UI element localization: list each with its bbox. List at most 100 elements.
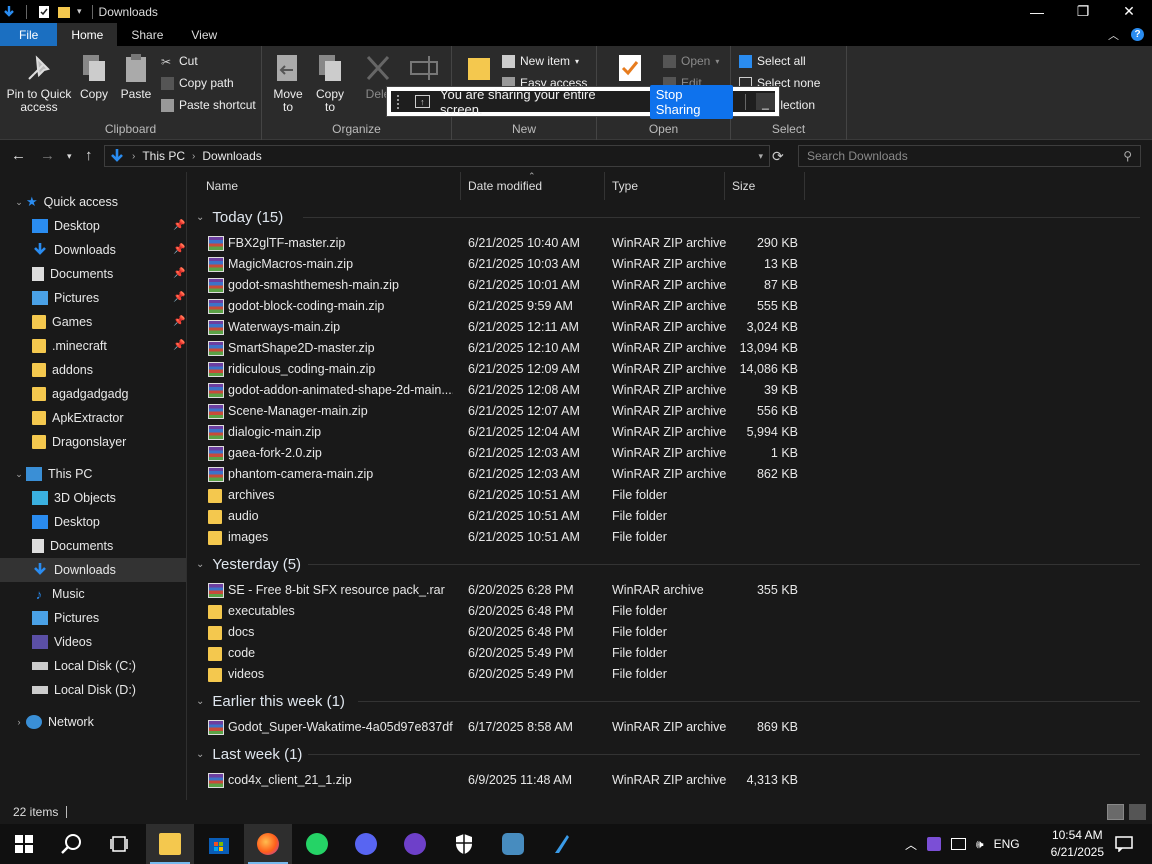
file-row[interactable]: code 6/20/2025 5:49 PM File folder <box>208 643 948 664</box>
group-header[interactable]: ⌄ Yesterday (5) <box>196 554 301 574</box>
drag-handle-icon[interactable] <box>397 94 405 109</box>
file-row[interactable]: docs 6/20/2025 6:48 PM File folder <box>208 622 948 643</box>
chevron-right-icon[interactable]: › <box>12 717 26 727</box>
pen-app-taskbar-button[interactable] <box>538 824 586 864</box>
column-header-date[interactable]: Date modified ⌃ <box>461 172 605 200</box>
address-dropdown-icon[interactable]: ▾ <box>758 151 763 162</box>
cut-button[interactable]: ✂ Cut <box>161 54 198 69</box>
nav-item-local-disk-d[interactable]: Local Disk (D:) <box>0 678 186 702</box>
language-indicator[interactable]: ENG <box>994 837 1020 851</box>
large-icons-view-button[interactable] <box>1129 804 1146 820</box>
nav-item-pc-documents[interactable]: Documents <box>0 534 186 558</box>
group-header[interactable]: ⌄ Earlier this week (1) <box>196 691 345 711</box>
nav-item-videos[interactable]: Videos <box>0 630 186 654</box>
file-row[interactable]: SE - Free 8-bit SFX resource pack_.rar 6/… <box>208 580 948 601</box>
up-arrow-icon[interactable]: ↑ <box>85 147 93 164</box>
select-all-button[interactable]: Select all <box>739 54 806 68</box>
nav-item-3d-objects[interactable]: 3D Objects <box>0 486 186 510</box>
file-row[interactable]: phantom-camera-main.zip 6/21/2025 12:03 A… <box>208 464 948 485</box>
copy-to-button[interactable]: Copy to <box>312 52 348 114</box>
group-header[interactable]: ⌄ Last week (1) <box>196 744 302 764</box>
search-button[interactable] <box>48 824 96 864</box>
column-header-size[interactable]: Size <box>725 172 805 200</box>
file-row[interactable]: Waterways-main.zip 6/21/2025 12:11 AM WinR… <box>208 317 948 338</box>
details-view-button[interactable] <box>1107 804 1124 820</box>
minimize-button[interactable]: — <box>1014 0 1060 23</box>
copy-path-button[interactable]: Copy path <box>161 76 234 90</box>
nav-item-desktop[interactable]: Desktop 📌 <box>0 214 186 238</box>
tab-file[interactable]: File <box>0 23 58 46</box>
nav-quick-access[interactable]: ⌄ ★ Quick access <box>0 190 186 214</box>
close-button[interactable]: ✕ <box>1106 0 1152 23</box>
refresh-icon[interactable]: ⟳ <box>772 148 784 165</box>
copy-button[interactable]: Copy <box>76 52 112 101</box>
file-row[interactable]: Godot_Super-Wakatime-4a05d97e837df1... 6/… <box>208 717 948 738</box>
chevron-down-icon[interactable]: ⌄ <box>196 559 204 570</box>
nav-item-apkextractor[interactable]: ApkExtractor <box>0 406 186 430</box>
nav-item-games[interactable]: Games 📌 <box>0 310 186 334</box>
clock[interactable]: 10:54 AM 6/21/2025 <box>1051 827 1104 861</box>
address-box[interactable]: › This PC › Downloads ▾ <box>104 145 770 167</box>
file-row[interactable]: godot-addon-animated-shape-2d-main.... 6/… <box>208 380 948 401</box>
search-icon[interactable]: ⚲ <box>1123 149 1132 163</box>
task-view-button[interactable] <box>96 824 144 864</box>
nav-this-pc[interactable]: ⌄ This PC <box>0 462 186 486</box>
tab-home[interactable]: Home <box>57 23 118 46</box>
paste-shortcut-button[interactable]: Paste shortcut <box>161 98 256 112</box>
breadcrumb-downloads[interactable]: Downloads <box>202 149 261 163</box>
maximize-button[interactable]: ❐ <box>1060 0 1106 23</box>
new-item-button[interactable]: New item ▾ <box>502 54 579 68</box>
file-row[interactable]: audio 6/21/2025 10:51 AM File folder <box>208 506 948 527</box>
tab-view[interactable]: View <box>177 23 231 46</box>
nav-item-dragonslayer[interactable]: Dragonslayer <box>0 430 186 454</box>
collapse-ribbon-icon[interactable]: ︿ <box>1108 27 1119 43</box>
file-row[interactable]: dialogic-main.zip 6/21/2025 12:04 AM WinRA… <box>208 422 948 443</box>
customize-toolbar-icon[interactable]: ▾ <box>77 6 82 17</box>
new-folder-icon[interactable] <box>57 5 71 19</box>
chevron-down-icon[interactable]: ⌄ <box>196 696 204 707</box>
back-arrow-icon[interactable]: ← <box>11 147 26 164</box>
file-row[interactable]: archives 6/21/2025 10:51 AM File folder <box>208 485 948 506</box>
action-center-button[interactable] <box>1100 824 1148 864</box>
column-header-name[interactable]: Name <box>188 172 461 200</box>
tab-share[interactable]: Share <box>117 23 177 46</box>
chevron-down-icon[interactable]: ⌄ <box>196 212 204 223</box>
file-row[interactable]: Scene-Manager-main.zip 6/21/2025 12:07 AM… <box>208 401 948 422</box>
nav-item-agadgadgadg[interactable]: agadgadgadg <box>0 382 186 406</box>
nav-network[interactable]: › Network <box>0 710 186 734</box>
github-desktop-taskbar-button[interactable] <box>391 824 439 864</box>
file-row[interactable]: executables 6/20/2025 6:48 PM File folder <box>208 601 948 622</box>
file-row[interactable]: gaea-fork-2.0.zip 6/21/2025 12:03 AM WinRA… <box>208 443 948 464</box>
nav-item-addons[interactable]: addons <box>0 358 186 382</box>
file-row[interactable]: SmartShape2D-master.zip 6/21/2025 12:10 A… <box>208 338 948 359</box>
nav-item-music[interactable]: ♪ Music <box>0 582 186 606</box>
nav-item-local-disk-c[interactable]: Local Disk (C:) <box>0 654 186 678</box>
start-button[interactable] <box>0 824 48 864</box>
properties-button[interactable] <box>615 52 645 88</box>
app-tray-icon[interactable] <box>927 837 942 851</box>
properties-icon[interactable] <box>37 5 51 19</box>
group-header[interactable]: ⌄ Today (15) <box>196 207 283 227</box>
new-folder-button[interactable] <box>464 52 494 88</box>
breadcrumb-this-pc[interactable]: This PC <box>142 149 185 163</box>
chevron-down-icon[interactable]: ⌄ <box>12 469 26 480</box>
rename-button[interactable] <box>406 52 442 88</box>
nav-item-pc-desktop[interactable]: Desktop <box>0 510 186 534</box>
discord-taskbar-button[interactable] <box>342 824 390 864</box>
column-header-type[interactable]: Type <box>605 172 725 200</box>
nav-item-pc-downloads[interactable]: Downloads <box>0 558 186 582</box>
file-row[interactable]: godot-smashthemesh-main.zip 6/21/2025 10:… <box>208 275 948 296</box>
file-row[interactable]: images 6/21/2025 10:51 AM File folder <box>208 527 948 548</box>
file-row[interactable]: cod4x_client_21_1.zip 6/9/2025 11:48 AM Wi… <box>208 770 948 791</box>
nav-item-minecraft[interactable]: .minecraft 📌 <box>0 334 186 358</box>
forward-arrow-icon[interactable]: → <box>40 147 55 164</box>
nav-item-pictures[interactable]: Pictures 📌 <box>0 286 186 310</box>
help-icon[interactable]: ? <box>1131 28 1144 41</box>
chevron-down-icon[interactable]: ⌄ <box>196 749 204 760</box>
open-button[interactable]: Open ▾ <box>663 54 719 68</box>
whatsapp-taskbar-button[interactable] <box>293 824 341 864</box>
chevron-down-icon[interactable]: ⌄ <box>12 197 26 208</box>
microsoft-store-taskbar-button[interactable] <box>195 824 243 864</box>
file-row[interactable]: godot-block-coding-main.zip 6/21/2025 9:5… <box>208 296 948 317</box>
minimize-share-bar-button[interactable]: _ <box>756 93 775 110</box>
